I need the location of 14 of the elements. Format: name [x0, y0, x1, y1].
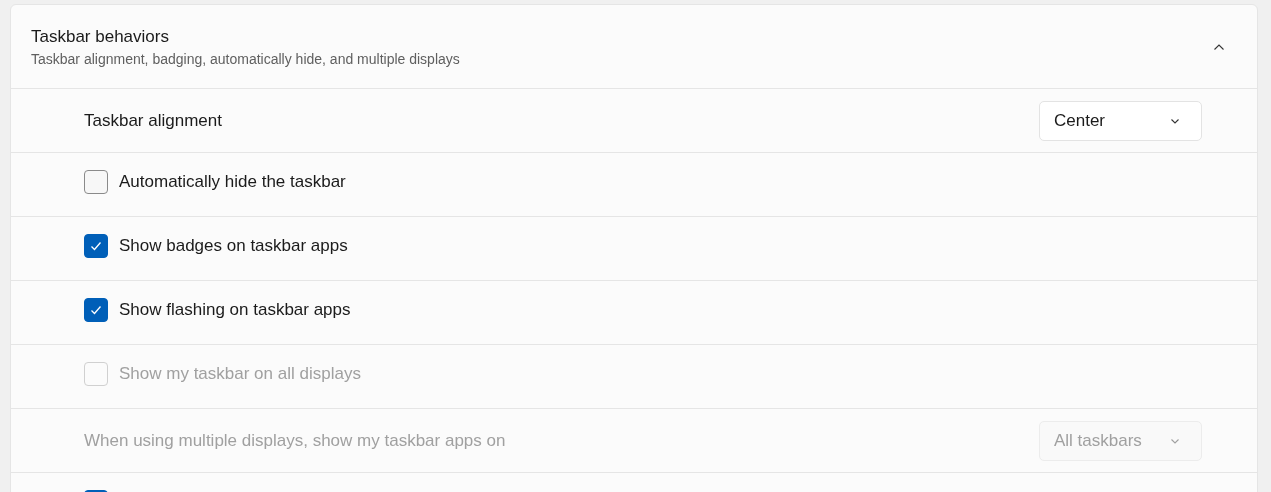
checkbox-label: Show badges on taskbar apps — [119, 235, 348, 257]
checkmark-icon — [89, 239, 103, 253]
checkbox-label: Show my taskbar on all displays — [119, 363, 361, 385]
setting-label: Taskbar alignment — [84, 109, 222, 132]
section-subtitle: Taskbar alignment, badging, automatically hide, and multiple displays — [31, 49, 460, 69]
setting-label: When using multiple displays, show my taskbar apps on — [84, 429, 506, 452]
checkbox[interactable] — [84, 234, 108, 258]
dropdown[interactable]: Center — [1039, 100, 1202, 141]
checkmark-icon — [89, 303, 103, 317]
checkbox-label: Show flashing on taskbar apps — [119, 299, 351, 321]
checkbox[interactable] — [84, 170, 108, 194]
checkbox-label: Automatically hide the taskbar — [119, 171, 346, 193]
checkbox[interactable] — [84, 298, 108, 322]
section-title: Taskbar behaviors — [31, 25, 170, 48]
